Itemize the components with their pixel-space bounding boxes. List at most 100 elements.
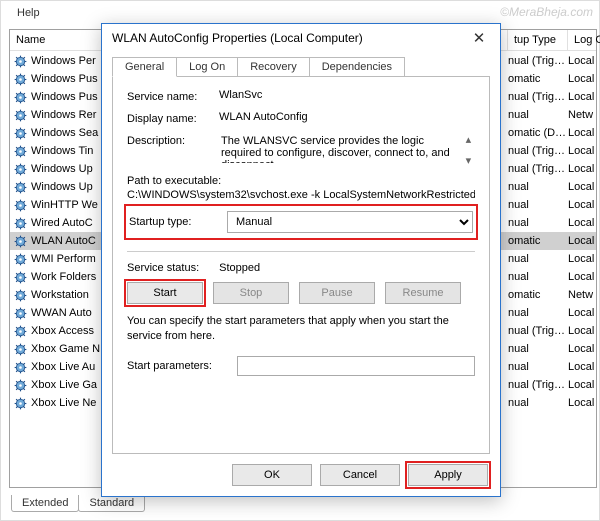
startup-type-text: nual (Trig… (508, 163, 568, 175)
label-service-name: Service name: (127, 89, 219, 103)
service-name-text: Windows Up (31, 181, 93, 193)
close-icon[interactable]: ✕ (464, 29, 494, 47)
log-on-as-text: Local (568, 235, 596, 247)
label-start-parameters: Start parameters: (127, 360, 227, 372)
log-on-as-text: Netw (568, 109, 596, 121)
log-on-as-text: Local (568, 91, 596, 103)
apply-button[interactable]: Apply (408, 464, 488, 486)
gear-icon (14, 253, 27, 266)
label-description: Description: (127, 133, 219, 147)
start-button[interactable]: Start (127, 282, 203, 304)
log-on-as-text: Local (568, 55, 596, 67)
gear-icon (14, 199, 27, 212)
startup-type-text: nual (Trig… (508, 91, 568, 103)
ok-button[interactable]: OK (232, 464, 312, 486)
description-textarea[interactable] (219, 133, 462, 163)
startup-type-text: nual (508, 109, 568, 121)
value-path: C:\WINDOWS\system32\svchost.exe -k Local… (127, 189, 475, 201)
label-path: Path to executable: (127, 175, 475, 187)
label-startup-type: Startup type: (129, 216, 217, 228)
gear-icon (14, 325, 27, 338)
startup-type-text: nual (508, 181, 568, 193)
label-service-status: Service status: (127, 262, 199, 274)
log-on-as-text: Local (568, 73, 596, 85)
description-scroll[interactable]: ▴ ▾ (462, 133, 475, 167)
startup-type-text: omatic (508, 235, 568, 247)
log-on-as-text: Local (568, 325, 596, 337)
tabpage-general: Service name: WlanSvc Display name: WLAN… (112, 76, 490, 454)
log-on-as-text: Local (568, 271, 596, 283)
menu-help[interactable]: Help (17, 7, 40, 19)
service-name-text: Xbox Live Ga (31, 379, 97, 391)
tab-dependencies[interactable]: Dependencies (309, 57, 405, 77)
separator (127, 251, 475, 252)
log-on-as-text: Local (568, 217, 596, 229)
column-startup-type[interactable]: tup Type (508, 30, 568, 50)
value-service-status: Stopped (219, 262, 260, 274)
resume-button: Resume (385, 282, 461, 304)
gear-icon (14, 73, 27, 86)
dialog-body: General Log On Recovery Dependencies Ser… (112, 56, 490, 452)
stop-button: Stop (213, 282, 289, 304)
service-name-text: Windows Pus (31, 73, 98, 85)
log-on-as-text: Local (568, 361, 596, 373)
gear-icon (14, 271, 27, 284)
cancel-button[interactable]: Cancel (320, 464, 400, 486)
gear-icon (14, 361, 27, 374)
tabstrip: General Log On Recovery Dependencies (112, 57, 490, 77)
gear-icon (14, 379, 27, 392)
label-display-name: Display name: (127, 111, 219, 125)
gear-icon (14, 109, 27, 122)
startup-type-select[interactable]: Manual (227, 211, 473, 233)
bottom-tabs: Extended Standard (11, 495, 144, 512)
gear-icon (14, 343, 27, 356)
service-name-text: Xbox Live Ne (31, 397, 96, 409)
startup-type-text: nual (Trig… (508, 379, 568, 391)
service-name-text: WMI Perform (31, 253, 96, 265)
service-name-text: Windows Sea (31, 127, 98, 139)
tab-standard[interactable]: Standard (78, 495, 145, 512)
tab-extended[interactable]: Extended (11, 495, 79, 512)
gear-icon (14, 217, 27, 230)
dialog-title: WLAN AutoConfig Properties (Local Comput… (112, 31, 464, 45)
gear-icon (14, 145, 27, 158)
service-name-text: WLAN AutoC (31, 235, 96, 247)
tab-recovery[interactable]: Recovery (237, 57, 309, 77)
service-name-text: Windows Per (31, 55, 96, 67)
service-name-text: Wired AutoC (31, 217, 93, 229)
log-on-as-text: Local (568, 163, 596, 175)
startup-type-text: nual (508, 361, 568, 373)
log-on-as-text: Local (568, 145, 596, 157)
startup-type-text: nual (508, 199, 568, 211)
titlebar[interactable]: WLAN AutoConfig Properties (Local Comput… (102, 24, 500, 52)
properties-dialog: WLAN AutoConfig Properties (Local Comput… (101, 23, 501, 497)
value-display-name: WLAN AutoConfig (219, 111, 475, 123)
service-name-text: Windows Rer (31, 109, 96, 121)
startup-type-text: omatic (508, 289, 568, 301)
service-name-text: Xbox Live Au (31, 361, 95, 373)
log-on-as-text: Netw (568, 289, 596, 301)
service-name-text: Windows Pus (31, 91, 98, 103)
gear-icon (14, 163, 27, 176)
log-on-as-text: Local (568, 181, 596, 193)
value-service-name: WlanSvc (219, 89, 475, 101)
gear-icon (14, 235, 27, 248)
startup-type-text: nual (Trig… (508, 55, 568, 67)
column-log-on-as[interactable]: Log C (568, 30, 600, 50)
start-parameters-input[interactable] (237, 356, 475, 376)
service-name-text: Xbox Access (31, 325, 94, 337)
log-on-as-text: Local (568, 199, 596, 211)
chevron-up-icon[interactable]: ▴ (462, 133, 475, 146)
chevron-down-icon[interactable]: ▾ (462, 154, 475, 167)
startup-type-text: nual (508, 217, 568, 229)
tab-log-on[interactable]: Log On (176, 57, 238, 77)
log-on-as-text: Local (568, 379, 596, 391)
gear-icon (14, 55, 27, 68)
startup-type-text: nual (508, 253, 568, 265)
tab-general[interactable]: General (112, 57, 177, 77)
startup-type-text: nual (Trig… (508, 145, 568, 157)
gear-icon (14, 91, 27, 104)
service-name-text: Windows Tin (31, 145, 93, 157)
service-buttons: Start Stop Pause Resume (127, 282, 475, 304)
gear-icon (14, 181, 27, 194)
